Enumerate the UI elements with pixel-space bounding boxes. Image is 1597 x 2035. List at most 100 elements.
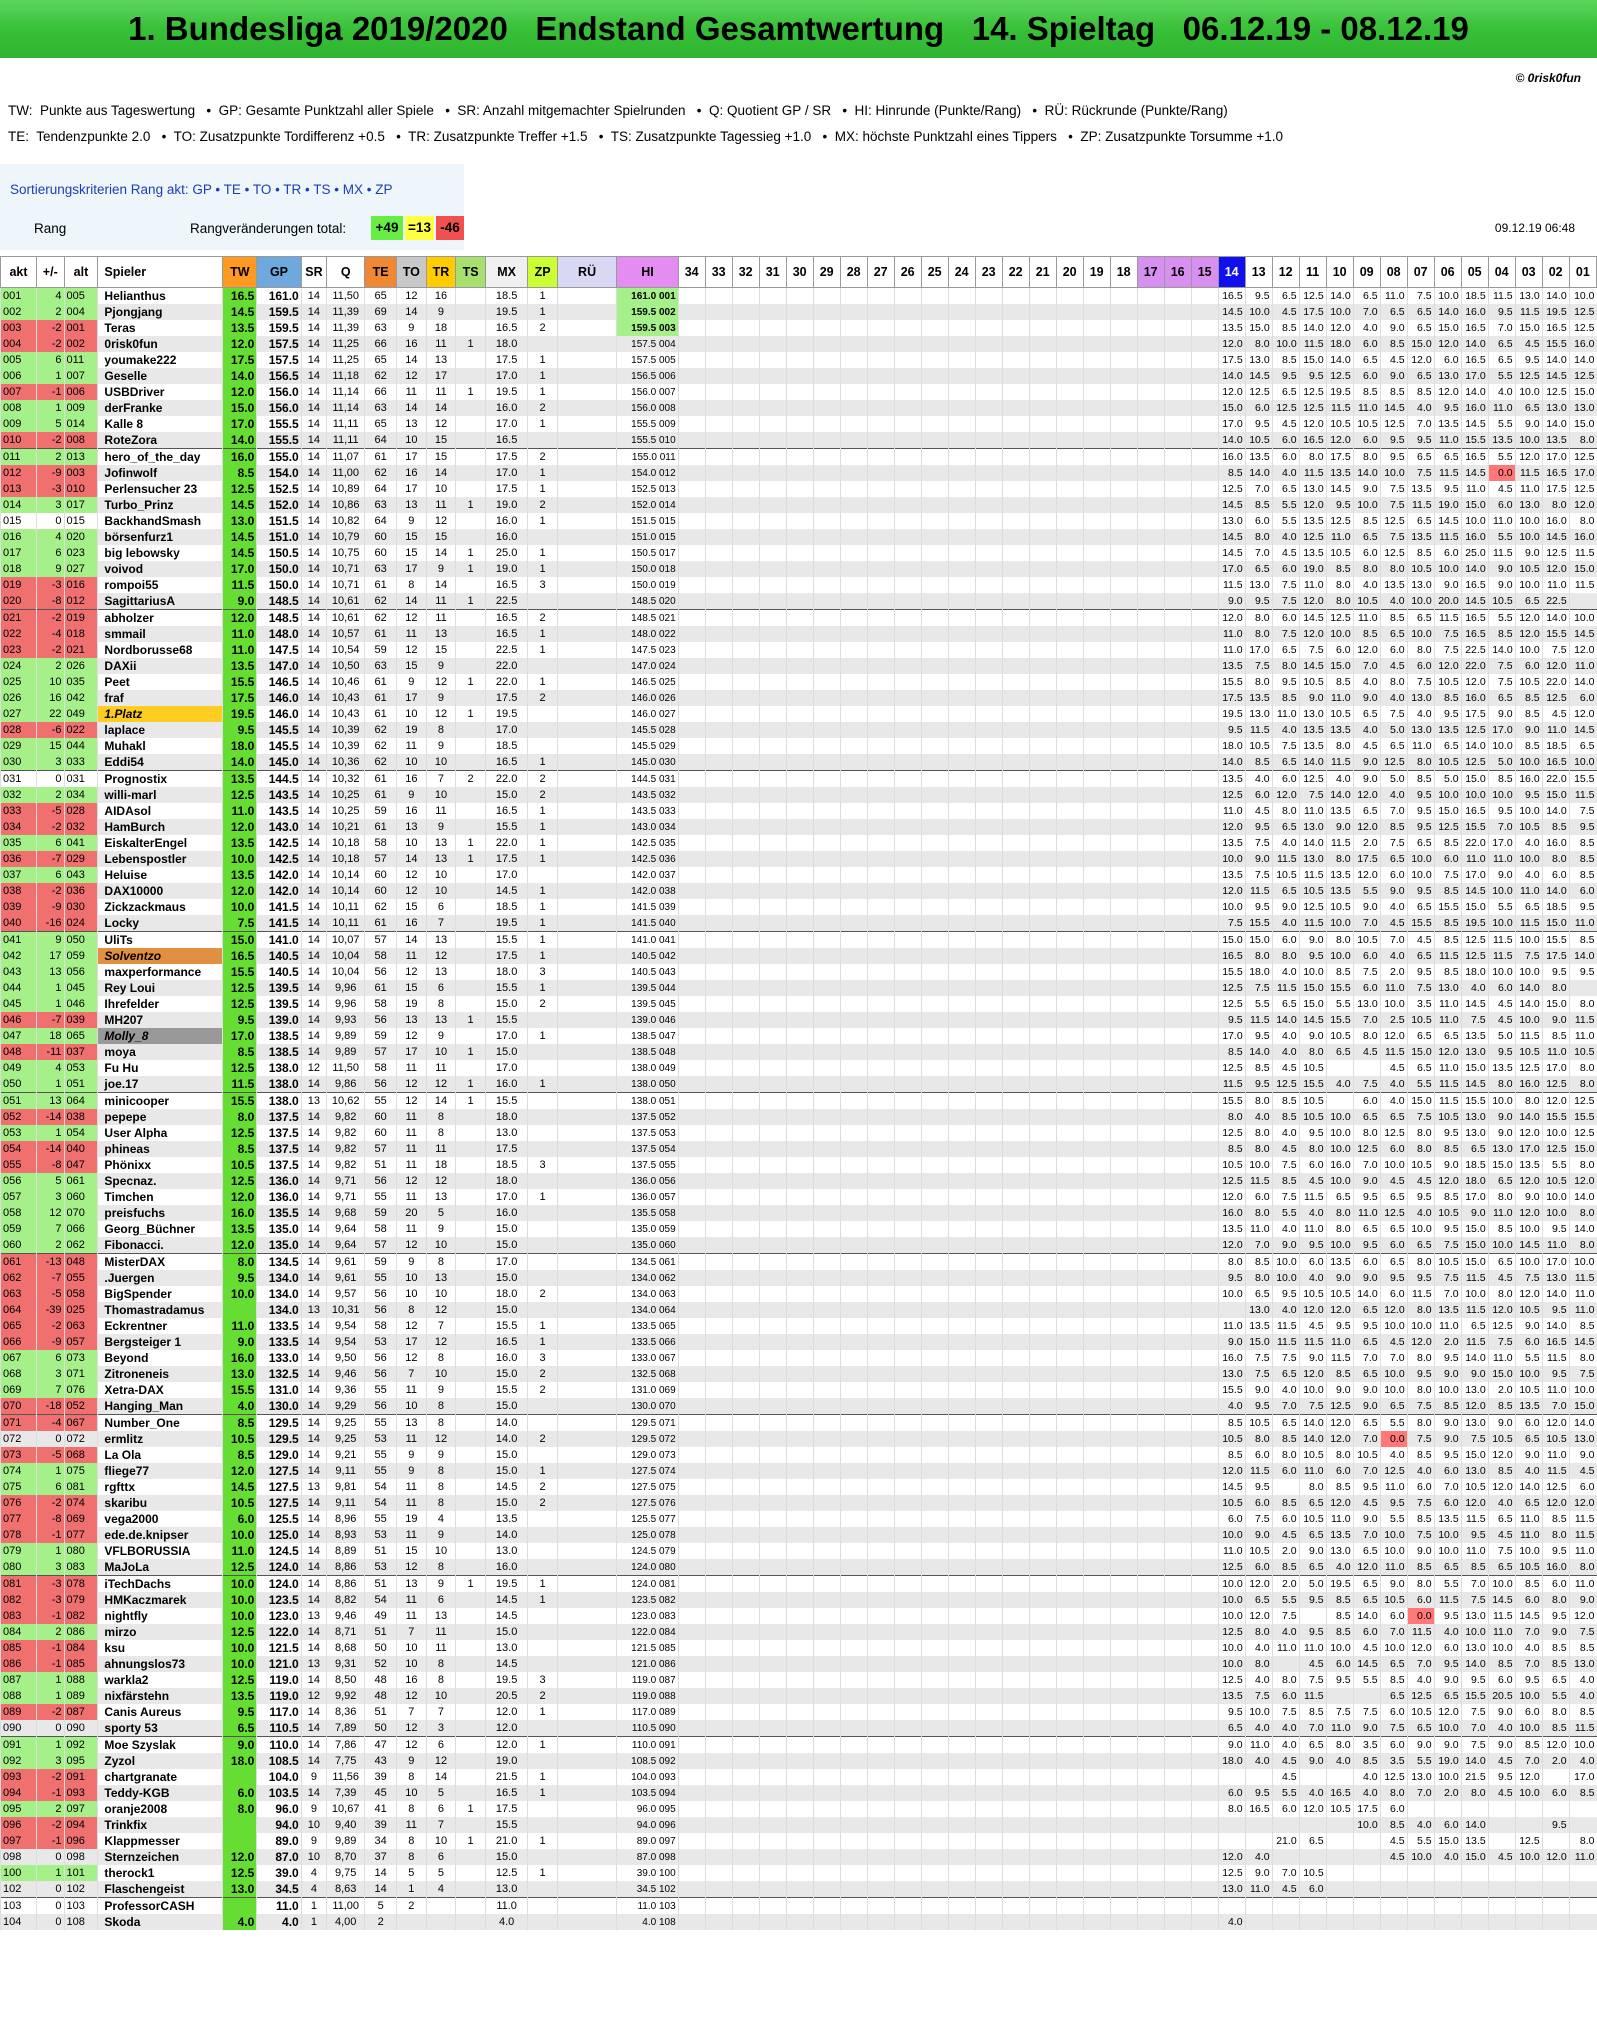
cell-alt: 094 bbox=[63, 1817, 98, 1833]
cell-q: 9,68 bbox=[326, 1205, 365, 1221]
round-cell: 9.0 bbox=[1433, 1736, 1462, 1753]
cell-ts: 1 bbox=[455, 1092, 486, 1109]
round-cell bbox=[704, 1286, 733, 1302]
round-cell bbox=[1190, 948, 1219, 964]
round-cell: 14.0 bbox=[1460, 1656, 1489, 1672]
round-cell bbox=[1001, 658, 1030, 674]
cell-alt: 088 bbox=[63, 1672, 98, 1688]
round-cell bbox=[677, 513, 706, 529]
table-row: 084 2 086 mirzo 12.5 122.0 14 8,71 51 7 11 15.0 122.… bbox=[0, 1624, 1597, 1640]
round-cell bbox=[758, 1656, 787, 1672]
round-cell bbox=[893, 1559, 922, 1576]
cell-zp: 1 bbox=[527, 513, 558, 529]
round-cell bbox=[974, 1060, 1003, 1076]
cell-akt: 083 bbox=[0, 1608, 37, 1624]
cell-name: Ihrefelder bbox=[97, 996, 223, 1012]
cell-akt: 085 bbox=[0, 1640, 37, 1656]
round-cell bbox=[1163, 448, 1192, 465]
cell-hi: 142.5 035 bbox=[616, 835, 679, 851]
cell-tw: 12.0 bbox=[222, 883, 257, 899]
round-cell: 13.0 bbox=[1298, 851, 1327, 867]
round-cell bbox=[1136, 980, 1165, 996]
cell-q: 10,39 bbox=[326, 722, 365, 738]
round-cell: 14.0 bbox=[1244, 1044, 1273, 1060]
round-cell bbox=[974, 1511, 1003, 1527]
table-row: 035 6 041 EiskalterEngel 13.5 142.5 14 10,18 58 1… bbox=[0, 835, 1597, 851]
round-cell: 12.5 bbox=[1541, 384, 1570, 400]
round-cell: 7.5 bbox=[1352, 964, 1381, 980]
round-cell: 10.0 bbox=[1217, 1656, 1246, 1672]
cell-te: 61 bbox=[364, 626, 397, 642]
round-cell bbox=[1082, 1221, 1111, 1237]
round-cell bbox=[1109, 1414, 1138, 1431]
round-cell bbox=[1190, 400, 1219, 416]
cell-alt: 010 bbox=[63, 481, 98, 497]
cell-te: 61 bbox=[364, 577, 397, 593]
round-cell: 7.5 bbox=[1433, 642, 1462, 658]
round-cell: 12.0 bbox=[1325, 432, 1354, 449]
round-cell: 9.5 bbox=[1433, 400, 1462, 416]
cell-tw: 9.5 bbox=[222, 1012, 257, 1028]
round-cell bbox=[758, 1479, 787, 1495]
round-cell bbox=[758, 931, 787, 948]
cell-sr: 14 bbox=[300, 787, 327, 803]
round-cell bbox=[920, 1608, 949, 1624]
round-cell: 13.0 bbox=[1244, 1302, 1273, 1318]
cell-alt: 012 bbox=[63, 593, 98, 610]
round-cell: 14.0 bbox=[1298, 320, 1327, 336]
round-cell bbox=[839, 674, 868, 690]
round-cell: 11.0 bbox=[1514, 1527, 1543, 1543]
table-row: 006 1 007 Geselle 14.0 156.5 14 11,18 62 12 17 17.0… bbox=[0, 368, 1597, 384]
cell-akt: 023 bbox=[0, 642, 37, 658]
round-cell bbox=[704, 432, 733, 449]
cell-tw: 8.0 bbox=[222, 1253, 257, 1270]
round-cell: 9.5 bbox=[1433, 1125, 1462, 1141]
cell-zp: 2 bbox=[527, 400, 558, 416]
round-cell bbox=[1028, 1801, 1057, 1817]
cell-gp: 137.5 bbox=[256, 1157, 302, 1173]
round-cell: 10.0 bbox=[1406, 593, 1435, 610]
cell-tr: 8 bbox=[425, 1479, 456, 1495]
cell-gp: 127.5 bbox=[256, 1479, 302, 1495]
round-cell: 6.5 bbox=[1352, 529, 1381, 545]
round-cell: 9.5 bbox=[1379, 448, 1408, 465]
round-cell bbox=[1082, 320, 1111, 336]
round-cell bbox=[731, 1672, 760, 1688]
cell-ts bbox=[455, 368, 486, 384]
round-cell bbox=[1001, 1141, 1030, 1157]
cell-to: 9 bbox=[396, 1447, 427, 1463]
cell-tw: 12.5 bbox=[222, 481, 257, 497]
cell-ru bbox=[556, 577, 617, 593]
round-cell: 4.0 bbox=[1298, 1785, 1327, 1801]
round-cell bbox=[839, 1318, 868, 1334]
round-cell bbox=[947, 1495, 976, 1511]
cell-alt: 065 bbox=[63, 1028, 98, 1044]
cell-name: fraf bbox=[97, 690, 223, 706]
round-cell bbox=[1082, 819, 1111, 835]
cell-akt: 027 bbox=[0, 706, 37, 722]
cell-pm: 13 bbox=[36, 964, 65, 980]
cell-te: 59 bbox=[364, 1205, 397, 1221]
round-cell: 9.5 bbox=[1244, 416, 1273, 432]
cell-te: 60 bbox=[364, 545, 397, 561]
round-cell bbox=[920, 835, 949, 851]
round-cell: 12.0 bbox=[1433, 336, 1462, 352]
round-cell: 8.5 bbox=[1541, 1656, 1570, 1672]
cell-tr: 11 bbox=[425, 497, 456, 513]
cell-hi: 159.5 002 bbox=[616, 304, 679, 320]
round-cell: 5.5 bbox=[1487, 448, 1516, 465]
cell-ru bbox=[556, 996, 617, 1012]
round-cell: 13.0 bbox=[1460, 1414, 1489, 1431]
cell-name: MH207 bbox=[97, 1012, 223, 1028]
cell-zp bbox=[527, 1012, 558, 1028]
round-cell: 4.0 bbox=[1379, 690, 1408, 706]
cell-alt: 062 bbox=[63, 1237, 98, 1254]
cell-pm: -11 bbox=[36, 1044, 65, 1060]
table-row: 019 -3 016 rompoi55 11.5 150.0 14 10,71 61 8 14 16.… bbox=[0, 577, 1597, 593]
round-cell bbox=[839, 1688, 868, 1704]
round-cell bbox=[758, 1157, 787, 1173]
cell-pm: 12 bbox=[36, 1205, 65, 1221]
round-cell: 14.0 bbox=[1298, 754, 1327, 771]
cell-akt: 042 bbox=[0, 948, 37, 964]
round-cell bbox=[704, 931, 733, 948]
